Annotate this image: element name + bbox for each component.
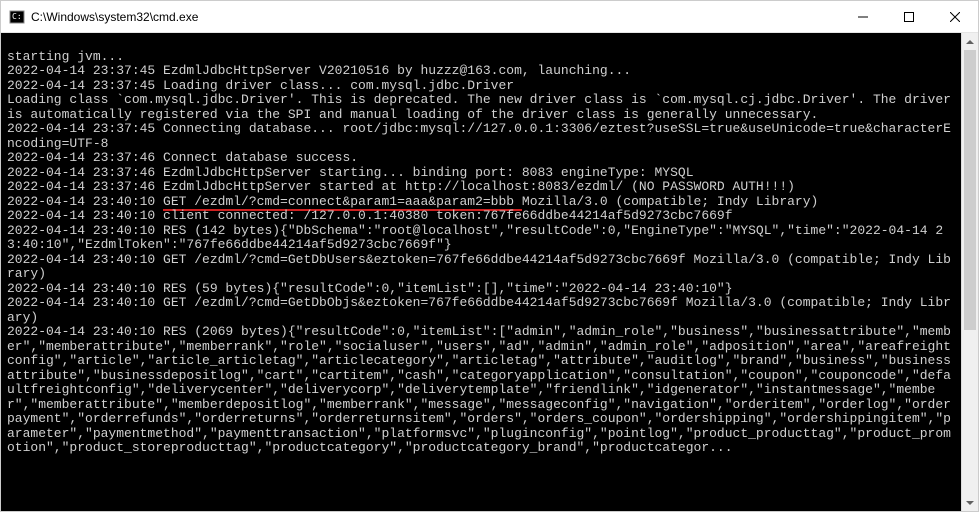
console-line: 2022-04-14 23:37:46 EzdmlJdbcHttpServer … <box>7 165 694 180</box>
svg-text:C:: C: <box>12 12 22 21</box>
console-wrap: starting jvm... 2022-04-14 23:37:45 Ezdm… <box>1 33 978 511</box>
console-line: 2022-04-14 23:40:10 RES (59 bytes){"resu… <box>7 281 733 296</box>
maximize-button[interactable] <box>886 1 932 32</box>
console-line: 2022-04-14 23:37:46 Connect database suc… <box>7 150 358 165</box>
scroll-down-button[interactable] <box>962 494 978 511</box>
console-line: Loading class `com.mysql.jdbc.Driver'. T… <box>7 92 959 122</box>
close-button[interactable] <box>932 1 978 32</box>
minimize-button[interactable] <box>840 1 886 32</box>
console-line: 2022-04-14 23:40:10 RES (2069 bytes){"re… <box>7 324 951 455</box>
titlebar: C: C:\Windows\system32\cmd.exe <box>1 1 978 33</box>
console-line: 2022-04-14 23:40:10 GET /ezdml/?cmd=GetD… <box>7 295 951 325</box>
window-title: C:\Windows\system32\cmd.exe <box>31 10 840 24</box>
window-controls <box>840 1 978 32</box>
scrollbar-thumb[interactable] <box>964 50 976 330</box>
console-line: 2022-04-14 23:37:45 Connecting database.… <box>7 121 951 151</box>
console-line: 2022-04-14 23:37:45 EzdmlJdbcHttpServer … <box>7 63 631 78</box>
console-line: 2022-04-14 23:40:10 RES (142 bytes){"DbS… <box>7 223 943 253</box>
console-line: 2022-04-14 23:40:10 <box>7 194 163 209</box>
scroll-up-button[interactable] <box>962 33 978 50</box>
console-line: Mozilla/3.0 (compatible; Indy Library) <box>522 194 818 209</box>
console-line: 2022-04-14 23:37:46 EzdmlJdbcHttpServer … <box>7 179 795 194</box>
console-line: 2022-04-14 23:37:45 Loading driver class… <box>7 78 514 93</box>
console-line: starting jvm... <box>7 49 124 64</box>
cmd-window: C: C:\Windows\system32\cmd.exe starting … <box>0 0 979 512</box>
console-line: 2022-04-14 23:40:10 GET /ezdml/?cmd=GetD… <box>7 252 951 282</box>
console-output[interactable]: starting jvm... 2022-04-14 23:37:45 Ezdm… <box>1 33 961 511</box>
cmd-icon: C: <box>9 9 25 25</box>
vertical-scrollbar[interactable] <box>961 33 978 511</box>
console-line: 2022-04-14 23:40:10 client connected: /1… <box>7 208 733 223</box>
